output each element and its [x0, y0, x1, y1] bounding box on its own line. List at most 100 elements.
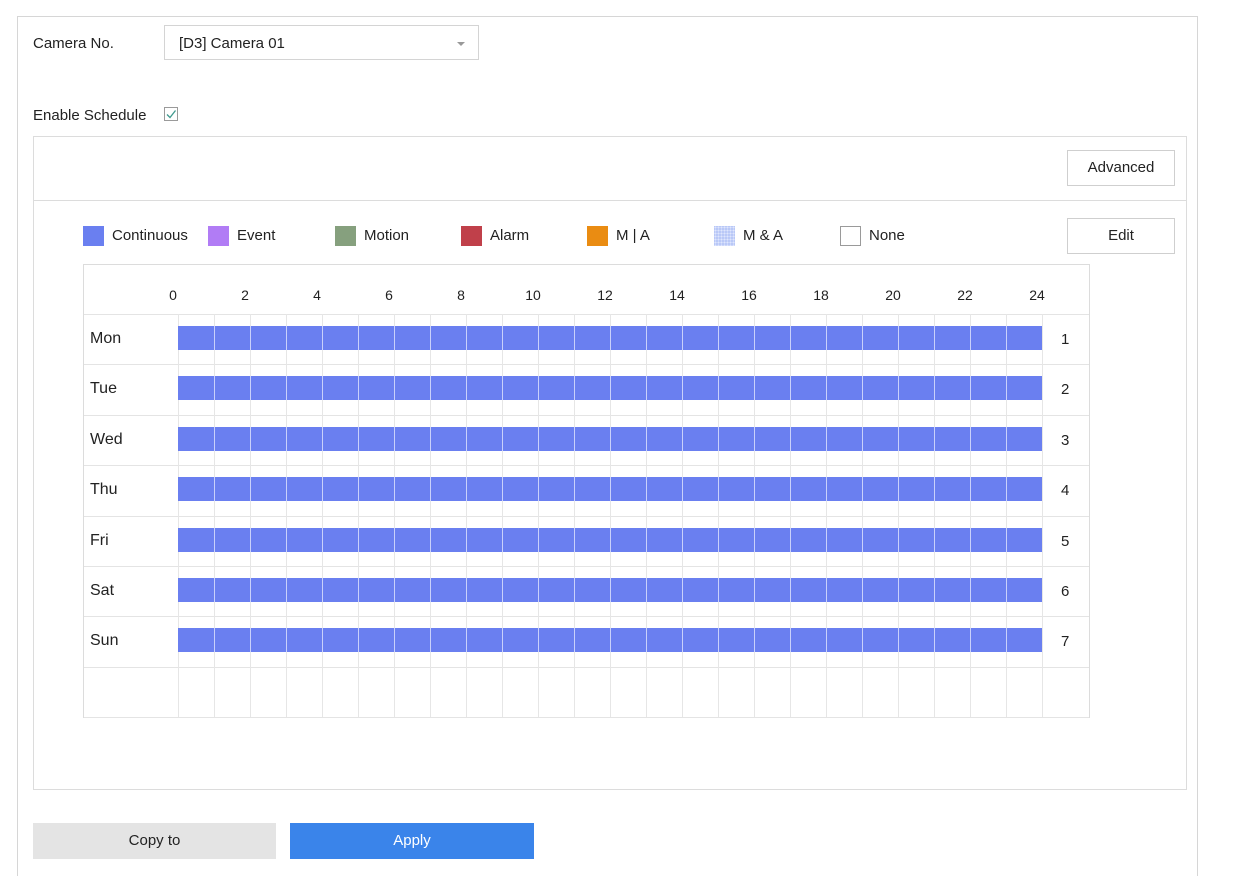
- grid-column-line: [790, 314, 791, 717]
- schedule-bar[interactable]: [178, 578, 1042, 602]
- bar-hour-divider: [898, 628, 899, 652]
- bar-hour-divider: [250, 578, 251, 602]
- bar-hour-divider: [214, 528, 215, 552]
- bar-hour-divider: [538, 528, 539, 552]
- bar-hour-divider: [970, 427, 971, 451]
- bar-hour-divider: [394, 477, 395, 501]
- grid-column-line: [934, 314, 935, 717]
- edit-button[interactable]: Edit: [1067, 218, 1175, 254]
- grid-column-line: [610, 314, 611, 717]
- bar-hour-divider: [610, 628, 611, 652]
- bar-hour-divider: [610, 477, 611, 501]
- advanced-button[interactable]: Advanced: [1067, 150, 1175, 186]
- schedule-bar[interactable]: [178, 427, 1042, 451]
- bar-hour-divider: [934, 528, 935, 552]
- bar-hour-divider: [214, 578, 215, 602]
- bar-hour-divider: [502, 477, 503, 501]
- bar-hour-divider: [682, 376, 683, 400]
- bar-hour-divider: [682, 326, 683, 350]
- bar-hour-divider: [934, 326, 935, 350]
- bar-hour-divider: [430, 427, 431, 451]
- bar-hour-divider: [502, 628, 503, 652]
- day-label: Mon: [90, 330, 122, 347]
- bar-hour-divider: [466, 528, 467, 552]
- bar-hour-divider: [718, 628, 719, 652]
- legend-swatch: [587, 226, 608, 246]
- enable-schedule-checkbox[interactable]: [164, 107, 178, 121]
- legend-swatch: [461, 226, 482, 246]
- bar-hour-divider: [214, 628, 215, 652]
- grid-row-line: [84, 415, 1089, 416]
- row-number: 5: [1061, 533, 1070, 550]
- legend-label: Alarm: [490, 227, 530, 244]
- bar-hour-divider: [754, 477, 755, 501]
- bar-hour-divider: [1006, 326, 1007, 350]
- bar-hour-divider: [322, 326, 323, 350]
- legend-label: M | A: [616, 227, 650, 244]
- bar-hour-divider: [826, 578, 827, 602]
- day-label: Sun: [90, 632, 119, 649]
- grid-column-line: [1042, 314, 1043, 717]
- bar-hour-divider: [358, 578, 359, 602]
- bar-hour-divider: [826, 528, 827, 552]
- bar-hour-divider: [610, 376, 611, 400]
- schedule-bar[interactable]: [178, 376, 1042, 400]
- bar-hour-divider: [394, 628, 395, 652]
- bar-hour-divider: [502, 427, 503, 451]
- legend-label: None: [869, 227, 905, 244]
- bar-hour-divider: [286, 578, 287, 602]
- bar-hour-divider: [646, 326, 647, 350]
- schedule-bar[interactable]: [178, 326, 1042, 350]
- grid-column-line: [502, 314, 503, 717]
- bar-hour-divider: [862, 376, 863, 400]
- day-label: Wed: [90, 431, 123, 448]
- bar-hour-divider: [502, 578, 503, 602]
- bar-hour-divider: [466, 427, 467, 451]
- grid-row-line: [84, 465, 1089, 466]
- camera-label: Camera No.: [33, 35, 114, 52]
- legend-label: Motion: [364, 227, 410, 244]
- bar-hour-divider: [862, 628, 863, 652]
- apply-button[interactable]: Apply: [290, 823, 534, 859]
- grid-column-line: [322, 314, 323, 717]
- copy-to-button[interactable]: Copy to: [33, 823, 276, 859]
- bar-hour-divider: [466, 628, 467, 652]
- grid-column-line: [358, 314, 359, 717]
- bar-hour-divider: [790, 326, 791, 350]
- legend-swatch: [840, 226, 861, 246]
- grid-column-line: [250, 314, 251, 717]
- legend-swatch: [714, 226, 735, 246]
- schedule-bar[interactable]: [178, 477, 1042, 501]
- bar-hour-divider: [394, 528, 395, 552]
- bar-hour-divider: [898, 326, 899, 350]
- bar-hour-divider: [754, 427, 755, 451]
- hour-label: 18: [813, 287, 829, 303]
- bar-hour-divider: [682, 628, 683, 652]
- bar-hour-divider: [682, 477, 683, 501]
- legend-swatch: [208, 226, 229, 246]
- bar-hour-divider: [934, 427, 935, 451]
- legend-swatch: [335, 226, 356, 246]
- grid-column-line: [862, 314, 863, 717]
- bar-hour-divider: [826, 326, 827, 350]
- schedule-bar[interactable]: [178, 628, 1042, 652]
- bar-hour-divider: [574, 578, 575, 602]
- bar-hour-divider: [610, 326, 611, 350]
- grid-row-line: [84, 364, 1089, 365]
- bar-hour-divider: [286, 528, 287, 552]
- bar-hour-divider: [682, 578, 683, 602]
- grid-column-line: [286, 314, 287, 717]
- bar-hour-divider: [430, 628, 431, 652]
- bar-hour-divider: [970, 528, 971, 552]
- bar-hour-divider: [682, 528, 683, 552]
- row-number: 1: [1061, 331, 1070, 348]
- camera-select[interactable]: [D3] Camera 01: [164, 25, 479, 60]
- schedule-bar[interactable]: [178, 528, 1042, 552]
- grid-row-line: [84, 667, 1089, 668]
- bar-hour-divider: [358, 477, 359, 501]
- hour-label: 0: [169, 287, 177, 303]
- bar-hour-divider: [286, 477, 287, 501]
- bar-hour-divider: [322, 628, 323, 652]
- bar-hour-divider: [574, 528, 575, 552]
- bar-hour-divider: [646, 477, 647, 501]
